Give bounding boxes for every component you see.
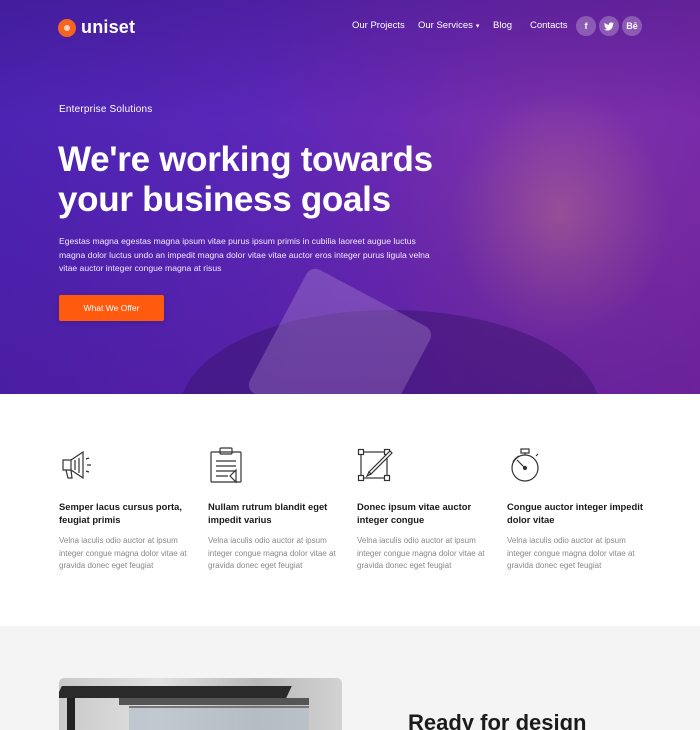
photo-glass <box>129 706 309 730</box>
feature-title: Donec ipsum vitae auctor integer congue <box>357 501 472 525</box>
logo[interactable]: uniset <box>58 17 135 38</box>
feature-title: Semper lacus cursus porta, feugiat primi… <box>59 501 182 525</box>
feature-card: Donec ipsum vitae auctor integer congue … <box>357 446 497 573</box>
what-we-offer-button[interactable]: What We Offer <box>59 295 164 321</box>
caret-down-icon: ▾ <box>475 23 480 30</box>
hero-lead-text: Egestas magna egestas magna ipsum vitae … <box>59 236 430 273</box>
hero-section: uniset Our Projects Our Services ▾ Blog C… <box>0 0 700 394</box>
megaphone-icon <box>62 450 91 480</box>
stopwatch-icon <box>511 448 539 482</box>
design-tools-icon <box>357 448 393 482</box>
feature-text: Velna iaculis odio auctor at ipsum integ… <box>208 536 336 570</box>
nav-item-label: Our Services <box>418 20 473 31</box>
feature-title: Nullam rutrum blandit eget impedit variu… <box>208 501 328 525</box>
photo-roof <box>59 686 292 698</box>
feature-text: Velna iaculis odio auctor at ipsum integ… <box>357 536 485 570</box>
nav-item-our-projects[interactable]: Our Projects <box>352 20 405 31</box>
feature-text: Velna iaculis odio auctor at ipsum integ… <box>507 536 635 570</box>
feature-card: Semper lacus cursus porta, feugiat primi… <box>59 446 199 573</box>
feature-card: Congue auctor integer impedit dolor vita… <box>507 446 647 573</box>
logo-mark-icon <box>58 18 76 37</box>
hero-headline: We're working towards your business goal… <box>58 140 478 220</box>
feature-text: Velna iaculis odio auctor at ipsum integ… <box>59 536 187 570</box>
clipboard-icon <box>210 447 242 484</box>
twitter-icon[interactable] <box>599 16 619 36</box>
logo-text: uniset <box>81 17 136 37</box>
nav-item-our-services[interactable]: Our Services ▾ <box>418 20 479 31</box>
top-navigation: uniset Our Projects Our Services ▾ Blog C… <box>0 0 700 54</box>
bus-stop-photo <box>59 678 342 730</box>
hero-headline-line-2: your business goals <box>58 180 391 219</box>
hero-headline-line-1: We're working towards <box>58 140 433 179</box>
facebook-icon[interactable]: f <box>576 16 596 36</box>
behance-icon[interactable]: Bē <box>622 16 642 36</box>
nav-item-blog[interactable]: Blog <box>493 20 512 31</box>
feature-card: Nullam rutrum blandit eget impedit variu… <box>208 446 348 573</box>
hero-eyebrow: Enterprise Solutions <box>59 104 153 115</box>
features-section: Semper lacus cursus porta, feugiat primi… <box>0 394 700 626</box>
photo-beam <box>119 698 309 705</box>
section-heading: Ready for design <box>408 710 587 730</box>
ready-for-design-section: Ready for design <box>0 626 700 730</box>
nav-item-contacts[interactable]: Contacts <box>530 20 568 31</box>
feature-title: Congue auctor integer impedit dolor vita… <box>507 501 643 525</box>
